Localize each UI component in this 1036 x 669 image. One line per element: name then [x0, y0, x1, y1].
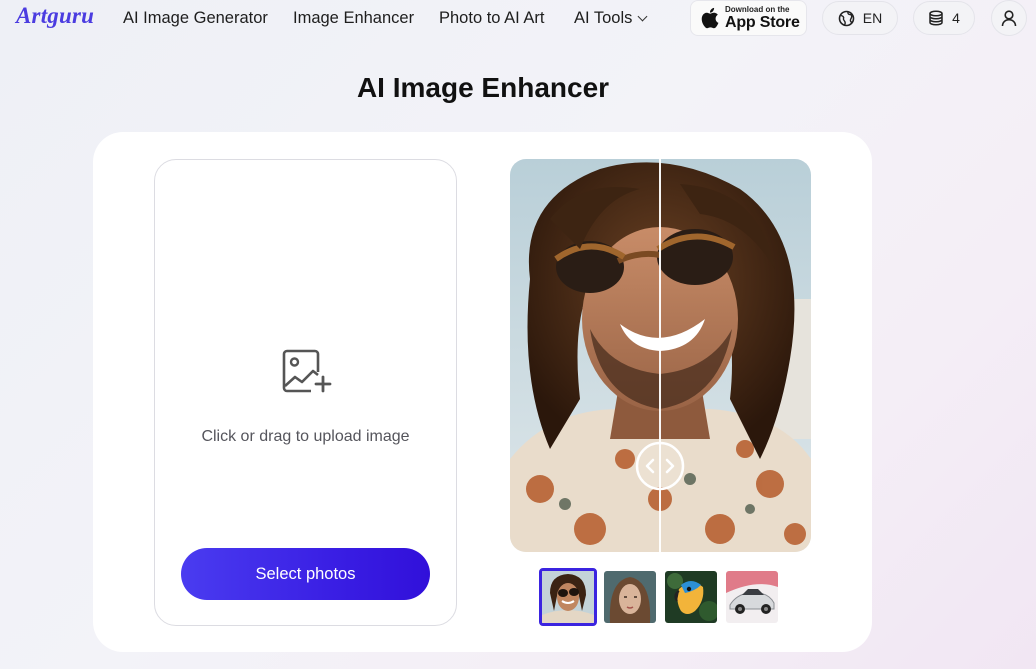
- thumbnail-image: [665, 571, 717, 623]
- app-store-button[interactable]: Download on the App Store: [690, 0, 807, 36]
- thumbnail-image: [604, 571, 656, 623]
- app-store-big-text: App Store: [725, 13, 800, 31]
- thumbnail-image: [542, 571, 594, 623]
- nav-photo-to-ai-art[interactable]: Photo to AI Art: [439, 9, 545, 28]
- thumbnail-image: [726, 571, 778, 623]
- user-icon: [1001, 10, 1017, 27]
- coins-stack-icon: [929, 10, 943, 26]
- artguru-logo[interactable]: Artguru: [16, 3, 94, 29]
- select-photos-button[interactable]: Select photos: [181, 548, 430, 600]
- thumbnail-woman-portrait[interactable]: [604, 571, 656, 623]
- upload-dropzone[interactable]: Click or drag to upload image Select pho…: [154, 159, 457, 626]
- nav-ai-tools-label: AI Tools: [574, 9, 633, 27]
- chevron-down-icon: [637, 11, 648, 22]
- nav-ai-image-generator[interactable]: AI Image Generator: [123, 9, 268, 28]
- page-title: AI Image Enhancer: [356, 72, 610, 103]
- before-after-comparison[interactable]: [510, 159, 811, 552]
- language-selector[interactable]: EN: [822, 1, 898, 35]
- credits-badge[interactable]: 4: [913, 1, 975, 35]
- nav-ai-tools[interactable]: AI Tools: [574, 9, 648, 28]
- nav-image-enhancer[interactable]: Image Enhancer: [293, 9, 414, 28]
- top-nav: Artguru AI Image Generator Image Enhance…: [0, 0, 1036, 38]
- language-label: EN: [862, 10, 883, 26]
- apple-icon: [701, 7, 719, 29]
- user-avatar-button[interactable]: [991, 0, 1027, 36]
- upload-prompt: Click or drag to upload image: [201, 428, 410, 445]
- thumbnail-man-sunglasses[interactable]: [539, 568, 597, 626]
- globe-icon: [838, 10, 855, 26]
- thumbnail-parrot[interactable]: [665, 571, 717, 623]
- credits-count: 4: [952, 10, 960, 26]
- comparison-slider-handle[interactable]: [637, 443, 683, 489]
- comparison-image: [510, 159, 811, 552]
- thumbnail-sports-car[interactable]: [726, 571, 778, 623]
- image-add-icon: [282, 349, 332, 393]
- app-store-small-text: Download on the: [725, 4, 790, 14]
